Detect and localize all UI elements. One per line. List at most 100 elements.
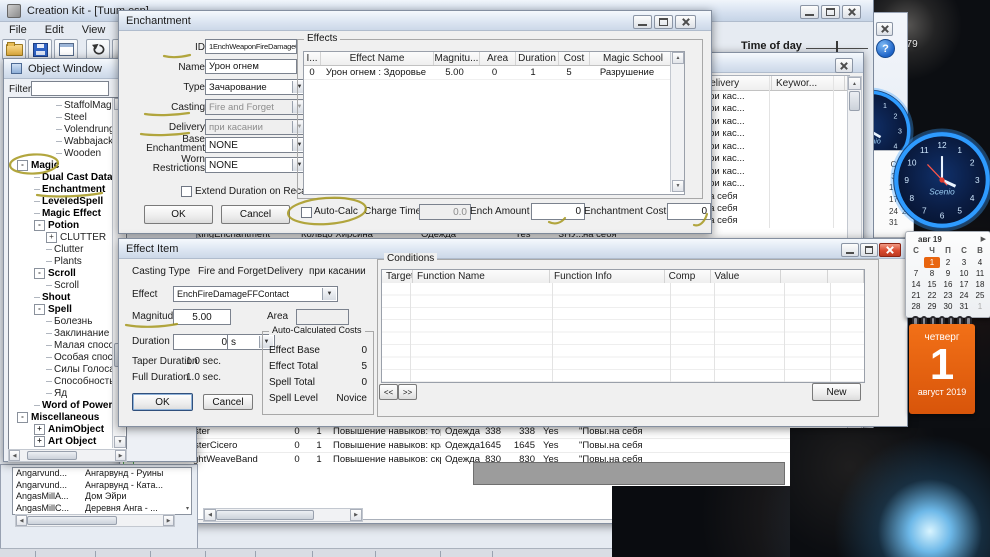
tree-expander-icon[interactable]: + — [34, 424, 45, 435]
menu-item[interactable]: Edit — [36, 24, 73, 36]
calendar-cell[interactable]: 1 — [972, 301, 988, 312]
menu-item[interactable]: View — [73, 24, 115, 36]
tree-item[interactable]: - Scroll — [10, 267, 112, 279]
column-header[interactable] — [828, 270, 864, 283]
column-header[interactable]: Target — [382, 270, 413, 283]
ok-button[interactable]: OK — [144, 205, 213, 224]
list-item[interactable]: Angarvund... Ангарвунд - Ката... — [13, 480, 191, 492]
calendar-cell[interactable] — [908, 257, 924, 268]
tree-item[interactable]: - Magic — [10, 159, 112, 171]
tree-item[interactable]: + AnimObject — [10, 423, 112, 435]
scrollbar-thumb[interactable] — [27, 516, 117, 525]
tree-item[interactable]: Dual Cast Data — [10, 171, 112, 183]
tree-expander-icon[interactable]: - — [34, 220, 45, 231]
calendar-cell[interactable]: 25 — [972, 290, 988, 301]
list-cell[interactable]: при кас... — [699, 91, 844, 103]
preferences-icon[interactable] — [54, 39, 78, 60]
calendar-cell[interactable]: 10 — [956, 268, 972, 279]
tree-item[interactable]: - Potion — [10, 219, 112, 231]
maximize-icon[interactable] — [860, 243, 878, 257]
tree-item[interactable]: Малая способн — [10, 339, 112, 351]
tree-item[interactable]: LeveledSpell — [10, 195, 112, 207]
tree-item[interactable]: - Miscellaneous — [10, 411, 112, 423]
close-icon[interactable] — [879, 243, 901, 257]
sort-arrow-icon[interactable]: ▾ — [186, 505, 189, 512]
column-header[interactable]: Cost — [559, 52, 590, 65]
scroll-up-icon[interactable] — [848, 77, 861, 90]
calendar-cell[interactable]: 3 — [956, 257, 972, 268]
enchantment-titlebar[interactable]: Enchantment — [119, 11, 711, 31]
minimize-icon[interactable] — [800, 5, 819, 19]
scroll-right-icon[interactable] — [350, 509, 362, 521]
scroll-down-icon[interactable] — [672, 180, 684, 192]
tearoff-calendar[interactable]: четверг 1 август 2019 — [909, 316, 975, 414]
chevron-down-icon[interactable] — [322, 288, 336, 300]
list-item[interactable]: AngasMillC... Деревня Анга - ... — [13, 503, 191, 515]
calendar-cell[interactable]: 11 — [972, 268, 988, 279]
list-item[interactable]: Angarvund... Ангарвунд - Руины — [13, 468, 191, 480]
scroll-down-icon[interactable] — [114, 436, 126, 448]
tree-item[interactable]: Wooden — [10, 147, 112, 159]
tree-item[interactable]: Заклинание — [10, 327, 112, 339]
tree-item[interactable]: Wabbajack — [10, 135, 112, 147]
calendar-cell[interactable]: 28 — [908, 301, 924, 312]
list-cell[interactable]: на себя — [699, 215, 844, 227]
maximize-icon[interactable] — [821, 5, 840, 19]
calendar-cell[interactable]: 17 — [956, 279, 972, 290]
column-header[interactable]: Effect Name — [321, 52, 434, 65]
ench-amount-input[interactable]: 0 — [531, 203, 585, 220]
tree-item[interactable]: Яд — [10, 387, 112, 399]
type-combobox[interactable]: Зачарование — [205, 79, 308, 95]
tree-expander-icon[interactable]: - — [17, 412, 28, 423]
effect-item-titlebar[interactable]: Effect Item — [119, 239, 907, 259]
scroll-right-icon[interactable] — [115, 450, 126, 461]
help-icon[interactable]: ? — [876, 39, 895, 58]
column-header[interactable]: Duration — [516, 52, 559, 65]
tree-item[interactable]: Болезнь — [10, 315, 112, 327]
calendar-cell[interactable]: 9 — [940, 268, 956, 279]
scrollbar-thumb[interactable] — [849, 91, 860, 111]
tree-item[interactable]: Scroll — [10, 279, 112, 291]
next-button[interactable]: >> — [398, 384, 417, 400]
tree-item[interactable]: Clutter — [10, 243, 112, 255]
close-icon[interactable] — [842, 5, 861, 19]
list-window-close-icon[interactable] — [835, 58, 853, 73]
calendar-cell[interactable]: 8 — [924, 268, 940, 279]
tree-expander-icon[interactable]: - — [34, 268, 45, 279]
enchantment-cost-input[interactable]: 0 — [667, 203, 711, 220]
scroll-left-icon[interactable] — [16, 515, 27, 526]
calendar-next-icon[interactable]: ▶ — [981, 235, 986, 243]
close-icon[interactable] — [675, 15, 696, 29]
tree-item[interactable]: + Art Object — [10, 435, 112, 447]
column-header[interactable]: Value — [711, 270, 781, 283]
column-header[interactable]: Keywor... — [772, 76, 845, 90]
list-cell[interactable]: при кас... — [699, 103, 844, 115]
auto-calc-checkbox[interactable] — [301, 207, 312, 218]
calendar-cell[interactable]: 30 — [940, 301, 956, 312]
column-header[interactable]: Comp — [665, 270, 711, 283]
scroll-right-icon[interactable] — [163, 515, 174, 526]
tree-expander-icon[interactable]: + — [34, 436, 45, 447]
list-item[interactable]: AngasMillA... Дом Эйри — [13, 491, 191, 503]
cancel-button[interactable]: Cancel — [203, 394, 253, 410]
filter-input[interactable] — [31, 81, 109, 96]
column-header[interactable]: Function Info — [550, 270, 665, 283]
tree-item[interactable]: - Spell — [10, 303, 112, 315]
list-cell[interactable]: при кас... — [699, 178, 844, 190]
magnitude-input[interactable]: 5.00 — [173, 309, 231, 325]
extend-duration-checkbox[interactable] — [181, 186, 192, 197]
id-input[interactable]: 1EnchWeaponFireDamage01 — [205, 39, 297, 54]
maximize-icon[interactable] — [654, 15, 673, 29]
calendar-cell[interactable]: 24 — [956, 290, 972, 301]
scroll-left-icon[interactable] — [9, 450, 20, 461]
column-header[interactable]: Magic School — [590, 52, 677, 65]
list-cell[interactable]: на себя — [699, 191, 844, 203]
tree-item[interactable]: + CLUTTER — [10, 231, 112, 243]
calendar-cell[interactable]: 14 — [908, 279, 924, 290]
column-header[interactable]: Magnitu... — [434, 52, 480, 65]
side-panel-close-icon[interactable] — [876, 22, 893, 36]
list-hscrollbar[interactable] — [203, 508, 363, 522]
tree-item[interactable]: Shout — [10, 291, 112, 303]
column-header[interactable] — [781, 270, 829, 283]
menu-item[interactable]: File — [0, 24, 36, 36]
